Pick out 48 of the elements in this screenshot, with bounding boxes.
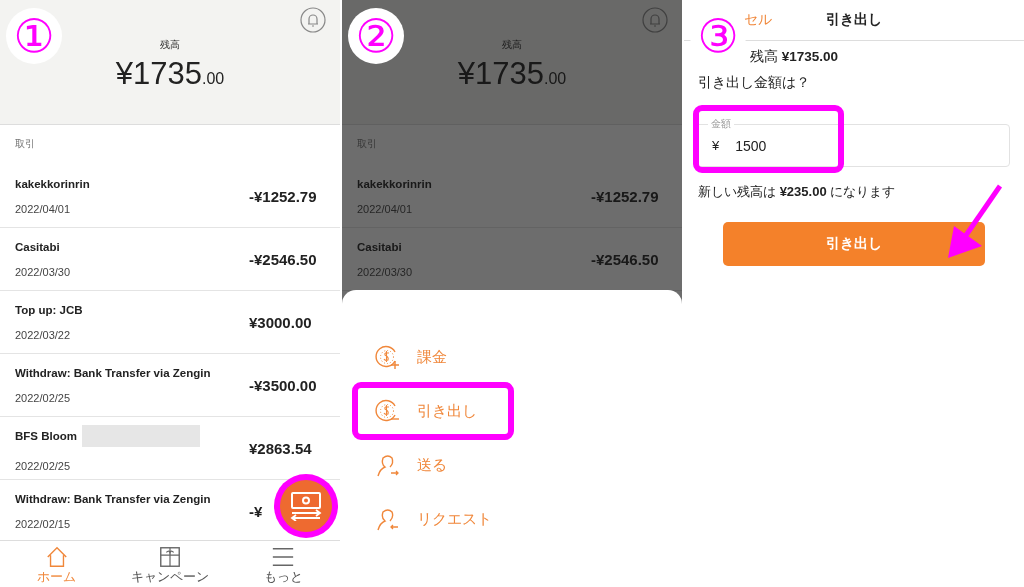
transaction-row[interactable]: Withdraw: Bank Transfer via Zengin 2022/02/25 -¥3500.00 [0, 354, 340, 417]
nav-tab[interactable]: もっと [226, 541, 340, 587]
transaction-name: BFS Bloom [15, 429, 77, 442]
question-text: 引き出し金額は？ [698, 74, 811, 92]
transaction-name: kakekkorinrin [15, 177, 90, 190]
coin-plus-icon [375, 344, 401, 371]
transaction-name: Withdraw: Bank Transfer via Zengin [15, 366, 211, 379]
bell-icon[interactable] [300, 7, 326, 33]
person-arrow-icon [375, 452, 401, 479]
transaction-amount: -¥1252.79 [249, 187, 317, 205]
person-arrow-icon [375, 506, 401, 533]
transaction-amount: -¥2546.50 [249, 250, 317, 268]
transaction-date: 2022/03/30 [15, 265, 71, 278]
transaction-date: 2022/02/25 [15, 459, 72, 472]
nav-tab[interactable]: キャンペーン [113, 541, 227, 587]
transaction-date: 2022/02/25 [15, 391, 72, 404]
transaction-name: kakekkorinrin [357, 177, 432, 190]
transaction-name: Top up: JCB [15, 303, 83, 316]
new-balance-text: 新しい残高は ¥235.00 になります [698, 183, 897, 201]
balance-label: 残高 [160, 38, 180, 52]
transaction-name: Withdraw: Bank Transfer via Zengin [15, 492, 211, 505]
transaction-row[interactable]: Casitabi 2022/03/30 -¥2546.50 [0, 228, 340, 291]
bell-icon[interactable] [642, 7, 668, 33]
transaction-amount: -¥2546.50 [591, 250, 659, 268]
transaction-row[interactable]: Top up: JCB 2022/03/22 ¥3000.00 [0, 291, 340, 354]
transaction-name: Casitabi [15, 240, 60, 253]
transaction-amount: -¥1252.79 [591, 187, 659, 205]
transaction-date: 2022/03/30 [357, 265, 413, 278]
transaction-amount: ¥3000.00 [249, 313, 312, 331]
balance-text: 残高 ¥1735.00 [749, 48, 840, 66]
balance-amount: ¥1735.00 [115, 56, 225, 92]
transaction-row[interactable]: BFS Bloom 2022/02/25 ¥2863.54 [0, 417, 340, 480]
gift-icon [158, 544, 182, 569]
transaction-row[interactable]: kakekkorinrin 2022/04/01 -¥1252.79 [0, 165, 340, 228]
transaction-amount: -¥3500.00 [249, 376, 317, 394]
section-title: 取引 [14, 137, 36, 151]
transaction-date: 2022/02/15 [15, 517, 72, 530]
transaction-amount: ¥2863.54 [249, 439, 312, 457]
home-icon [44, 544, 69, 569]
transaction-date: 2022/04/01 [15, 202, 72, 215]
balance-amount: ¥1735.00 [457, 56, 567, 92]
transaction-date: 2022/03/22 [15, 328, 72, 341]
transaction-name: Casitabi [357, 240, 402, 253]
transaction-amount: -¥ [249, 502, 263, 520]
transaction-date: 2022/04/01 [357, 202, 414, 215]
screen-title: 引き出し [826, 11, 882, 29]
banknote-arrows-icon [289, 491, 323, 521]
balance-label: 残高 [502, 38, 522, 52]
